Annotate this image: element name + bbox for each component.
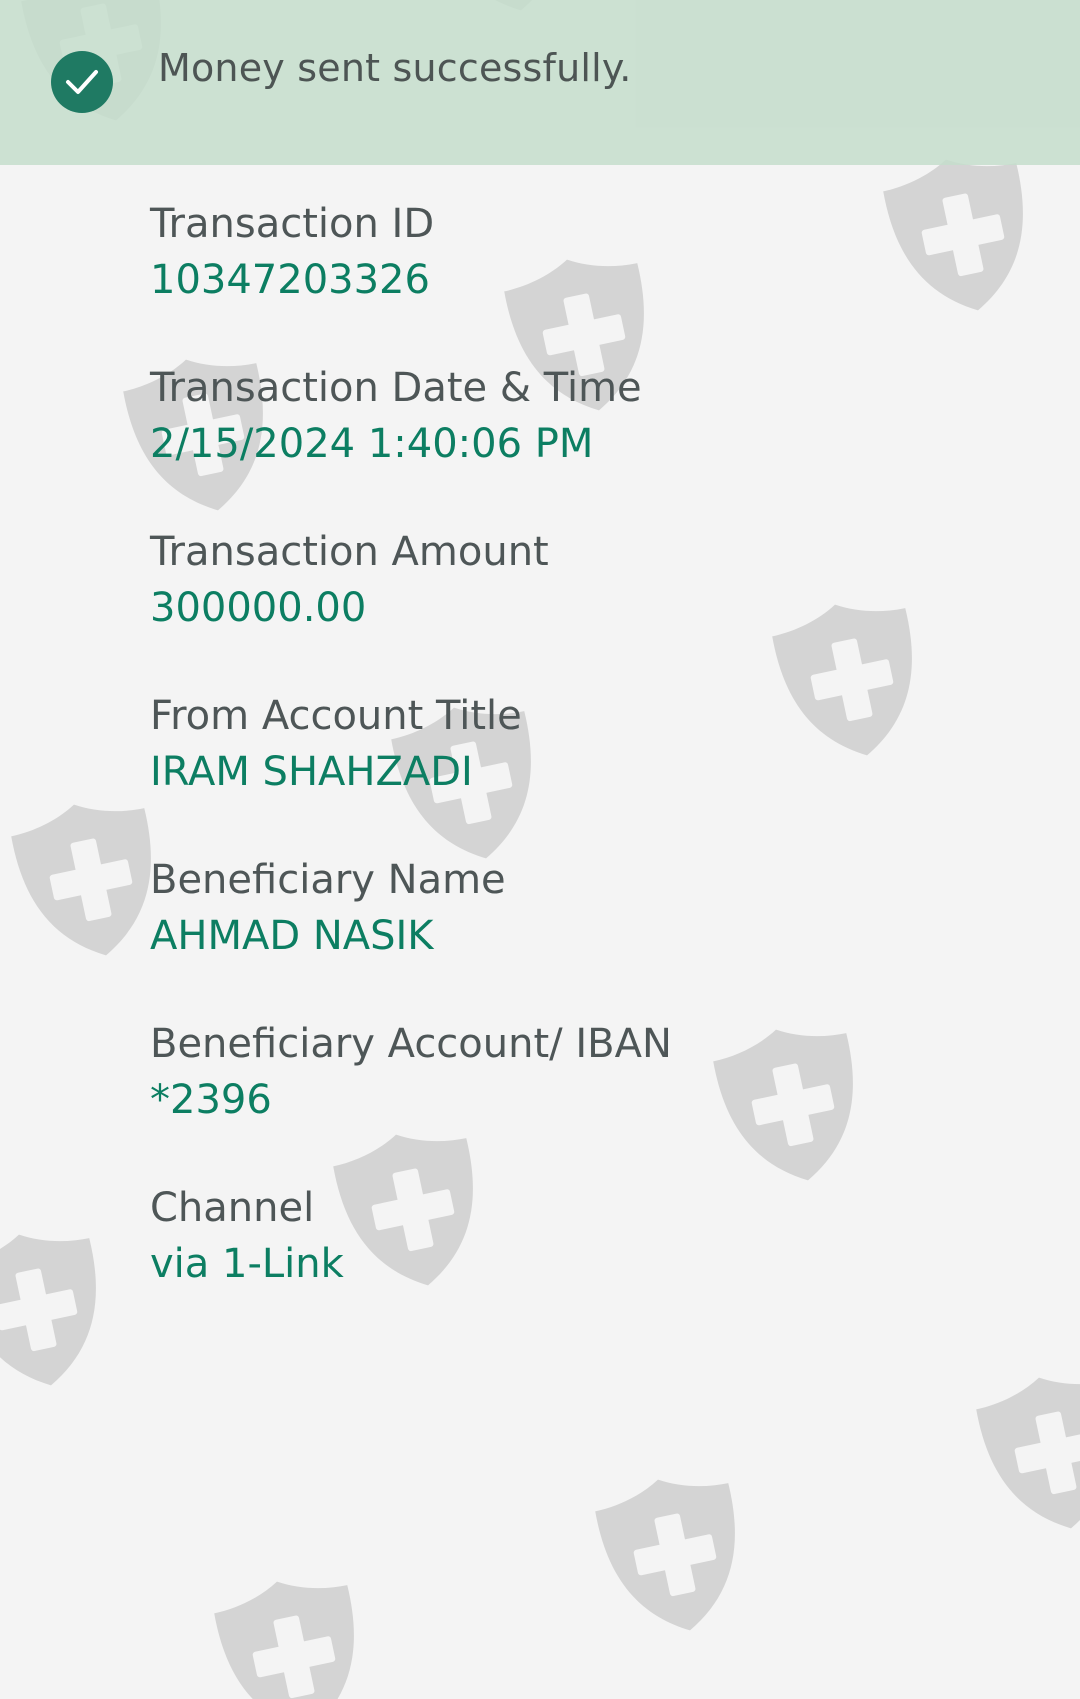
- detail-label: Beneficiary Account/ IBAN: [150, 1021, 672, 1067]
- detail-row-beneficiary-account: Beneficiary Account/ IBAN *2396: [150, 1018, 1010, 1182]
- detail-row-from-account-title: From Account Title IRAM SHAHZADI: [150, 690, 1010, 854]
- detail-label: Beneficiary Name: [150, 857, 506, 903]
- detail-value: *2396: [150, 1077, 272, 1123]
- check-circle-icon: [51, 51, 113, 113]
- success-message: Money sent successfully.: [158, 46, 632, 90]
- detail-label: Transaction ID: [150, 201, 435, 247]
- shield-plus-icon: [10, 795, 170, 965]
- success-banner: Money sent successfully.: [0, 0, 1080, 165]
- detail-row-beneficiary-name: Beneficiary Name AHMAD NASIK: [150, 854, 1010, 1018]
- detail-value: 10347203326: [150, 257, 430, 303]
- detail-value: via 1-Link: [150, 1241, 344, 1287]
- detail-label: Channel: [150, 1185, 315, 1231]
- shield-plus-icon: [594, 1470, 754, 1640]
- transaction-details: Transaction ID 10347203326 Transaction D…: [150, 198, 1010, 1346]
- detail-row-transaction-id: Transaction ID 10347203326: [150, 198, 1010, 362]
- detail-value: 2/15/2024 1:40:06 PM: [150, 421, 594, 467]
- detail-label: From Account Title: [150, 693, 522, 739]
- detail-row-transaction-date-time: Transaction Date & Time 2/15/2024 1:40:0…: [150, 362, 1010, 526]
- detail-row-channel: Channel via 1-Link: [150, 1182, 1010, 1346]
- shield-plus-icon: [213, 1572, 373, 1699]
- detail-value: AHMAD NASIK: [150, 913, 434, 959]
- receipt-screen: Money sent successfully. Transaction ID …: [0, 0, 1080, 1699]
- shield-plus-icon: [975, 1368, 1080, 1538]
- detail-row-transaction-amount: Transaction Amount 300000.00: [150, 526, 1010, 690]
- shield-plus-icon: [0, 1225, 115, 1395]
- detail-label: Transaction Amount: [150, 529, 549, 575]
- detail-label: Transaction Date & Time: [150, 365, 642, 411]
- detail-value: IRAM SHAHZADI: [150, 749, 473, 795]
- detail-value: 300000.00: [150, 585, 367, 631]
